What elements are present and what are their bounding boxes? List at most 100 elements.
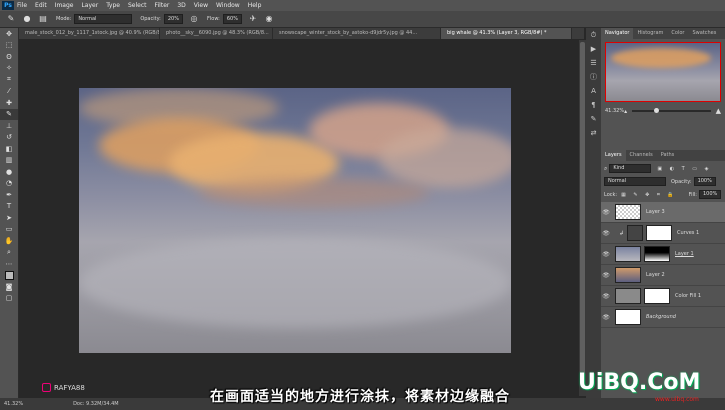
dodge-tool-icon[interactable]: ◔ (0, 178, 18, 190)
menu-file[interactable]: File (17, 2, 27, 9)
tab-photo-sky[interactable]: photo__sky__6090.jpg @ 48.3% (RGB/8... (160, 28, 273, 39)
navigator-preview[interactable] (605, 42, 721, 102)
menu-edit[interactable]: Edit (35, 2, 47, 9)
layer-row-curves-1[interactable]: 👁 ↲ Curves 1 (601, 223, 725, 244)
crop-tool-icon[interactable]: ⌗ (0, 74, 18, 86)
brush-preset-icon[interactable]: ● (22, 14, 32, 24)
layer-name[interactable]: Curves 1 (677, 230, 699, 236)
menu-3d[interactable]: 3D (177, 2, 185, 9)
properties-panel-icon[interactable]: ☰ (586, 56, 601, 70)
zoom-slider[interactable] (632, 108, 711, 113)
document-canvas[interactable] (79, 88, 511, 353)
menu-select[interactable]: Select (128, 2, 147, 9)
visibility-eye-icon[interactable]: 👁 (601, 293, 611, 300)
path-select-tool-icon[interactable]: ➤ (0, 212, 18, 224)
layer-row-layer-2[interactable]: 👁 Layer 2 (601, 265, 725, 286)
blur-tool-icon[interactable]: ● (0, 166, 18, 178)
brush-tool-icon[interactable]: ✎ (6, 14, 16, 24)
eraser-tool-icon[interactable]: ◧ (0, 143, 18, 155)
layer-mask-thumbnail[interactable] (644, 246, 670, 262)
status-zoom[interactable]: 41.32% (4, 401, 23, 407)
layer-opacity-field[interactable]: 100% (693, 177, 716, 186)
more-tools-icon[interactable]: ⋯ (0, 258, 18, 270)
scrollbar-thumb[interactable] (580, 42, 585, 382)
type-tool-icon[interactable]: T (0, 201, 18, 213)
layer-row-layer-3[interactable]: 👁 Layer 3 (601, 202, 725, 223)
tab-channels[interactable]: Channels (626, 150, 657, 161)
fill-field[interactable]: 100% (698, 190, 722, 199)
history-brush-icon[interactable]: ↺ (0, 132, 18, 144)
kind-dropdown[interactable]: Kind (609, 164, 652, 173)
layer-row-background[interactable]: 👁 Background (601, 307, 725, 328)
screen-mode-icon[interactable]: ▢ (0, 293, 18, 305)
menu-help[interactable]: Help (248, 2, 262, 9)
tab-navigator[interactable]: Navigator (601, 28, 634, 39)
zoom-slider-knob[interactable] (654, 108, 660, 113)
zoom-in-icon[interactable]: ▲ (716, 107, 721, 115)
tab-layers[interactable]: Layers (601, 150, 626, 161)
quick-select-tool-icon[interactable]: ✧ (0, 63, 18, 75)
status-doc-size[interactable]: Doc: 9.32M/34.4M (73, 401, 119, 407)
menu-layer[interactable]: Layer (81, 2, 98, 9)
tab-color[interactable]: Color (667, 28, 688, 39)
tab-paths[interactable]: Paths (657, 150, 679, 161)
blend-mode-dropdown[interactable]: Normal (604, 177, 666, 186)
layer-row-color-fill-1[interactable]: 👁 Color Fill 1 (601, 286, 725, 307)
tab-histogram[interactable]: Histogram (633, 28, 667, 39)
navigator-zoom-value[interactable]: 41.32% (605, 108, 624, 114)
canvas-scrollbar[interactable] (579, 40, 586, 396)
zoom-tool-icon[interactable]: ⌕ (0, 247, 18, 259)
zoom-out-icon[interactable]: ▴ (624, 108, 627, 115)
quick-mask-icon[interactable]: ◙ (0, 281, 18, 293)
brushes-panel-icon[interactable]: ✎ (586, 112, 601, 126)
visibility-eye-icon[interactable]: 👁 (601, 251, 611, 258)
visibility-eye-icon[interactable]: 👁 (601, 209, 611, 216)
move-tool-icon[interactable]: ✥ (0, 28, 18, 40)
stamp-tool-icon[interactable]: ⊥ (0, 120, 18, 132)
menu-filter[interactable]: Filter (155, 2, 170, 9)
layer-mask-thumbnail[interactable] (644, 288, 670, 304)
shape-tool-icon[interactable]: ▭ (0, 224, 18, 236)
paragraph-panel-icon[interactable]: ¶ (586, 98, 601, 112)
layer-mask-thumbnail[interactable] (646, 225, 673, 241)
tab-big-whale[interactable]: big whale @ 41.3% (Layer 3, RGB/8#) * (441, 28, 572, 39)
layer-name[interactable]: Background (646, 314, 676, 320)
canvas-area[interactable] (19, 40, 579, 396)
tab-snowscape[interactable]: snowscape_winter_stock_by_astoko-d9jdr5y… (273, 28, 441, 39)
marquee-tool-icon[interactable]: ⬚ (0, 40, 18, 52)
menu-type[interactable]: Type (106, 2, 120, 9)
menu-image[interactable]: Image (55, 2, 74, 9)
airbrush-icon[interactable]: ✈ (248, 14, 258, 24)
eyedropper-tool-icon[interactable]: ⁄ (0, 86, 18, 98)
menu-window[interactable]: Window (216, 2, 240, 9)
pen-tool-icon[interactable]: ✒ (0, 189, 18, 201)
layer-name[interactable]: Layer 1 (675, 251, 694, 257)
layer-name[interactable]: Color Fill 1 (675, 293, 701, 299)
healing-tool-icon[interactable]: ✚ (0, 97, 18, 109)
hand-tool-icon[interactable]: ✋ (0, 235, 18, 247)
history-panel-icon[interactable]: ⏱ (586, 28, 601, 42)
brush-tool-icon-active[interactable]: ✎ (0, 108, 18, 120)
gradient-tool-icon[interactable]: ▥ (0, 155, 18, 167)
character-panel-icon[interactable]: A (586, 84, 601, 98)
visibility-eye-icon[interactable]: 👁 (601, 230, 611, 237)
flow-field[interactable]: 60% (222, 14, 242, 24)
layer-row-layer-1[interactable]: 👁 Layer 1 (601, 244, 725, 265)
actions-panel-icon[interactable]: ▶ (586, 42, 601, 56)
visibility-eye-icon[interactable]: 👁 (601, 314, 611, 321)
lasso-tool-icon[interactable]: ʘ (0, 51, 18, 63)
pressure-size-icon[interactable]: ◉ (264, 14, 274, 24)
info-panel-icon[interactable]: ⓘ (586, 70, 601, 84)
filter-icons[interactable]: ▣ ◐ T ▭ ◈ (657, 166, 711, 172)
layer-name[interactable]: Layer 3 (646, 209, 665, 215)
visibility-eye-icon[interactable]: 👁 (601, 272, 611, 279)
adjustments-panel-icon[interactable]: ⇄ (586, 126, 601, 140)
tab-swatches[interactable]: Swatches (688, 28, 720, 39)
menu-view[interactable]: View (194, 2, 208, 9)
tab-male-stock[interactable]: male_stock_012_by_1117_1stock.jpg @ 40.9… (19, 28, 160, 39)
opacity-field[interactable]: 20% (163, 14, 183, 24)
mode-dropdown[interactable]: Normal (74, 14, 133, 24)
layer-name[interactable]: Layer 2 (646, 272, 665, 278)
lock-icons[interactable]: ▦ ✎ ✥ ⌗ 🔒 (621, 192, 677, 198)
color-swatches-icon[interactable] (0, 270, 18, 282)
